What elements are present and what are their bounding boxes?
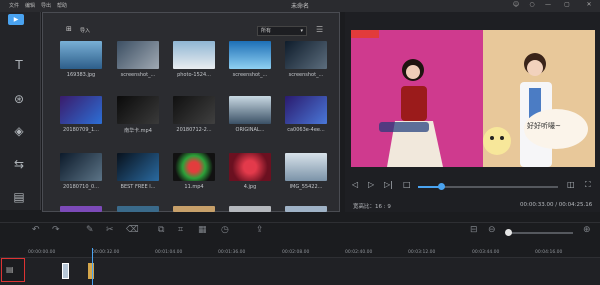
- maximize-button[interactable]: ▢: [562, 1, 572, 10]
- list-view-icon[interactable]: ☰: [316, 25, 323, 34]
- media-thumb-4[interactable]: [229, 41, 271, 69]
- media-thumb-20[interactable]: [285, 206, 327, 212]
- media-thumb-19[interactable]: [229, 206, 271, 212]
- close-button[interactable]: ✕: [584, 1, 594, 10]
- zoom-slider[interactable]: [508, 232, 573, 234]
- video-frame: [351, 30, 595, 167]
- prev-frame-icon[interactable]: ◁: [352, 180, 358, 189]
- fullscreen-icon[interactable]: ⛶: [585, 180, 591, 190]
- media-thumb-18[interactable]: [173, 206, 215, 212]
- ruler-tick: 00:02:40.00: [345, 250, 373, 255]
- playback-progress-fill: [418, 186, 440, 188]
- media-thumb-16[interactable]: [60, 206, 102, 212]
- media-thumb-1[interactable]: [60, 41, 102, 69]
- media-caption: 南华卡.mp4: [124, 128, 152, 134]
- import-icon[interactable]: ⊞: [66, 25, 72, 33]
- ruler-tick: 00:04:16.00: [535, 250, 563, 255]
- ruler-tick: 00:00:32.00: [92, 250, 120, 255]
- undo-icon[interactable]: ↶: [32, 225, 40, 235]
- ruler-tick: 00:03:12.00: [408, 250, 436, 255]
- play-icon[interactable]: ▷: [368, 180, 374, 189]
- export-icon[interactable]: ⇪: [256, 225, 264, 235]
- mosaic-icon[interactable]: ▦: [198, 225, 207, 235]
- media-thumb-14[interactable]: [229, 153, 271, 181]
- settings-icon[interactable]: ○: [527, 1, 537, 10]
- media-tab[interactable]: ▶: [8, 14, 24, 25]
- stop-icon[interactable]: □: [403, 180, 411, 189]
- media-caption: IMG_55422...: [289, 184, 323, 190]
- timeline-clip[interactable]: [62, 263, 69, 279]
- media-caption: ca0063e-4ee...: [287, 127, 325, 133]
- media-thumb-15[interactable]: [285, 153, 327, 181]
- next-frame-icon[interactable]: ▷|: [384, 180, 393, 189]
- media-caption: screenshot_...: [288, 72, 324, 78]
- filters-tab[interactable]: ⊛: [8, 90, 30, 108]
- elements-tab[interactable]: ▤: [8, 188, 30, 206]
- cut-icon[interactable]: ✂: [106, 225, 114, 235]
- zoom-out-icon[interactable]: ⊖: [488, 225, 496, 235]
- ruler-tick: 00:02:08.00: [282, 250, 310, 255]
- minimize-button[interactable]: —: [543, 1, 553, 10]
- video-preview[interactable]: 好好听嘬~: [351, 30, 595, 167]
- track-header[interactable]: ▤: [1, 258, 25, 282]
- zoom-in-icon[interactable]: ⊕: [583, 225, 591, 235]
- playback-progress-handle[interactable]: [438, 183, 445, 190]
- sticker-text: 好好听嘬~: [527, 122, 561, 130]
- zoom-slider-handle[interactable]: [505, 229, 512, 236]
- media-caption: 20180709_1...: [63, 127, 99, 133]
- aspect-ratio-label[interactable]: 宽高比：16 : 9: [353, 202, 391, 210]
- media-thumb-6[interactable]: [60, 96, 102, 124]
- snapshot-icon[interactable]: ◫: [567, 180, 575, 189]
- chevron-down-icon: ▾: [300, 28, 303, 34]
- media-thumb-13[interactable]: [173, 153, 215, 181]
- filter-value: 所有: [261, 28, 272, 34]
- media-caption: screenshot_...: [120, 72, 156, 78]
- media-thumb-5[interactable]: [285, 41, 327, 69]
- media-caption: screenshot_...: [232, 72, 268, 78]
- media-caption: 169383.jpg: [66, 72, 96, 78]
- speed-icon[interactable]: ◷: [221, 225, 229, 235]
- edit-icon[interactable]: ✎: [86, 225, 94, 235]
- feedback-icon[interactable]: ☺: [511, 1, 521, 10]
- media-thumb-9[interactable]: [229, 96, 271, 124]
- media-caption: 11.mp4: [184, 184, 204, 190]
- crop-icon[interactable]: ⌗: [178, 225, 183, 235]
- ruler-tick: 00:00:00.00: [28, 250, 56, 255]
- video-track-icon: ▤: [6, 265, 14, 274]
- ruler-tick: 00:01:04.00: [155, 250, 183, 255]
- media-caption: 20180710_0...: [63, 184, 99, 190]
- media-thumb-11[interactable]: [60, 153, 102, 181]
- ruler-tick: 00:01:36.00: [218, 250, 246, 255]
- title-bar: 文件 编辑 导出 帮助 未命名 ☺ ○ — ▢ ✕: [0, 0, 600, 12]
- media-thumb-2[interactable]: [117, 41, 159, 69]
- media-caption: 4.jpg: [243, 184, 257, 190]
- media-caption: 20180712-2...: [176, 127, 212, 133]
- media-thumb-3[interactable]: [173, 41, 215, 69]
- import-button-label[interactable]: 导入: [80, 27, 90, 34]
- playhead[interactable]: [92, 248, 93, 285]
- text-tab[interactable]: T: [8, 56, 30, 74]
- media-caption: BEST FREE I...: [120, 184, 156, 190]
- timecode: 00:00:33.00 / 00:04:25.16: [520, 202, 593, 208]
- media-caption: ORIGINAL...: [235, 127, 265, 133]
- media-thumb-12[interactable]: [117, 153, 159, 181]
- fit-timeline-icon[interactable]: ⊟: [470, 225, 478, 235]
- timeline-clip[interactable]: [88, 263, 94, 279]
- media-thumb-8[interactable]: [173, 96, 215, 124]
- media-thumb-17[interactable]: [117, 206, 159, 212]
- sidebar: [0, 12, 41, 210]
- transitions-tab[interactable]: ⇆: [8, 155, 30, 173]
- ruler-tick: 00:03:44.00: [472, 250, 500, 255]
- media-thumb-10[interactable]: [285, 96, 327, 124]
- window-title: 未命名: [290, 3, 309, 10]
- media-caption: photo-1524...: [177, 72, 211, 78]
- media-thumb-7[interactable]: [117, 96, 159, 124]
- split-icon[interactable]: ⧉: [158, 225, 164, 235]
- overlays-tab[interactable]: ◈: [8, 122, 30, 140]
- redo-icon[interactable]: ↷: [52, 225, 60, 235]
- delete-icon[interactable]: ⌫: [126, 225, 139, 235]
- media-filter-select[interactable]: 所有 ▾: [257, 26, 307, 36]
